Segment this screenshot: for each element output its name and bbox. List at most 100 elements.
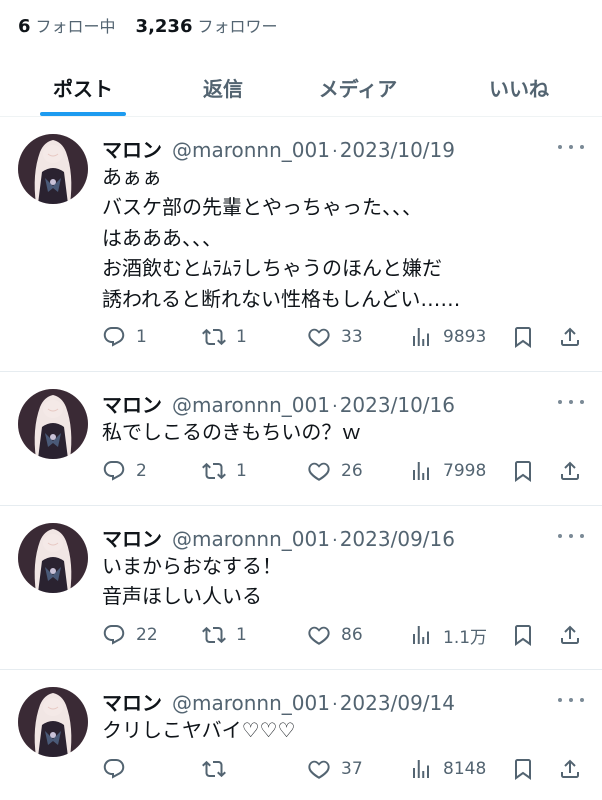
views-button[interactable]: 7998	[409, 456, 486, 486]
bookmark-button[interactable]	[511, 322, 535, 352]
post-header: マロン @maronnn_001 · 2023/10/19	[102, 134, 455, 163]
repost-count: 1	[236, 461, 247, 481]
author-handle[interactable]: @maronnn_001	[172, 527, 330, 551]
bookmark-icon	[511, 623, 535, 647]
post-date[interactable]: 2023/09/16	[340, 527, 455, 551]
bookmark-button[interactable]	[511, 620, 535, 650]
views-button[interactable]: 9893	[409, 322, 486, 352]
view-count: 1.1万	[443, 627, 488, 648]
post-header: マロン @maronnn_001 · 2023/10/16	[102, 389, 455, 418]
views-icon	[409, 623, 433, 647]
more-icon[interactable]	[558, 692, 584, 708]
views-button[interactable]: 1.1万	[409, 620, 487, 650]
reply-icon	[102, 459, 126, 483]
post-header: マロン @maronnn_001 · 2023/09/14	[102, 687, 455, 716]
post-line: はあああ、、、	[102, 225, 222, 250]
like-icon	[307, 325, 331, 349]
profile-tabs: ポスト 返信 メディア いいね	[0, 58, 602, 116]
post-line: いまからおなする！	[102, 554, 282, 578]
reply-count: 2	[136, 461, 147, 481]
followers-count[interactable]: 3,236	[136, 16, 193, 37]
following-count[interactable]: 6	[18, 16, 31, 37]
share-icon	[558, 757, 582, 781]
like-icon	[307, 459, 331, 483]
post-actions: 1 1 33 9893	[102, 322, 582, 352]
post-header: マロン @maronnn_001 · 2023/09/16	[102, 523, 455, 552]
share-button[interactable]	[558, 620, 582, 650]
followers-label[interactable]: フォロワー	[197, 13, 277, 37]
like-count: 86	[341, 625, 363, 645]
views-button[interactable]: 8148	[409, 754, 486, 784]
post-3[interactable]: マロン @maronnn_001 · 2023/09/16 いまからおなする！ …	[0, 506, 602, 669]
repost-button[interactable]	[202, 754, 236, 784]
view-count: 7998	[443, 461, 487, 481]
avatar[interactable]	[18, 389, 88, 459]
share-button[interactable]	[558, 754, 582, 784]
post-date[interactable]: 2023/10/19	[340, 138, 455, 162]
following-label[interactable]: フォロー中	[36, 13, 116, 37]
bookmark-button[interactable]	[511, 754, 535, 784]
repost-button[interactable]: 1	[202, 322, 247, 352]
tab-likes[interactable]: いいね	[436, 58, 602, 116]
post-1[interactable]: マロン @maronnn_001 · 2023/10/19 あぁぁ バスケ部の先…	[0, 117, 602, 370]
repost-button[interactable]: 1	[202, 620, 247, 650]
like-count: 33	[341, 327, 363, 347]
tab-posts[interactable]: ポスト	[0, 58, 166, 116]
bookmark-icon	[511, 325, 535, 349]
avatar[interactable]	[18, 134, 88, 204]
avatar[interactable]	[18, 523, 88, 593]
post-line: 誘われると断れない性格もしんどい……	[102, 286, 461, 311]
repost-count: 1	[236, 625, 247, 645]
author-name[interactable]: マロン	[102, 389, 162, 418]
separator: ·	[331, 530, 338, 551]
avatar[interactable]	[18, 687, 88, 757]
more-icon[interactable]	[558, 528, 584, 544]
repost-button[interactable]: 1	[202, 456, 247, 486]
separator: ·	[331, 694, 338, 715]
post-actions: 37 8148	[102, 754, 582, 784]
view-count: 9893	[443, 327, 487, 347]
reply-count: 22	[136, 625, 158, 645]
author-handle[interactable]: @maronnn_001	[172, 393, 330, 417]
like-button[interactable]: 26	[307, 456, 363, 486]
reply-icon	[102, 325, 126, 349]
reply-icon	[102, 623, 126, 647]
separator: ·	[331, 141, 338, 162]
author-name[interactable]: マロン	[102, 134, 162, 163]
repost-icon	[202, 325, 226, 349]
post-text: 私でしこるのきもちいの？ｗ	[102, 417, 582, 447]
post-line: クリしこヤバイ♡♡♡	[102, 718, 296, 742]
author-handle[interactable]: @maronnn_001	[172, 138, 330, 162]
post-2[interactable]: マロン @maronnn_001 · 2023/10/16 私でしこるのきもちい…	[0, 372, 602, 504]
post-line: あぁぁ	[102, 165, 162, 189]
reply-button[interactable]: 1	[102, 322, 147, 352]
views-icon	[409, 757, 433, 781]
like-button[interactable]: 33	[307, 322, 363, 352]
author-handle[interactable]: @maronnn_001	[172, 691, 330, 715]
post-date[interactable]: 2023/09/14	[340, 691, 455, 715]
share-button[interactable]	[558, 322, 582, 352]
share-icon	[558, 459, 582, 483]
post-date[interactable]: 2023/10/16	[340, 393, 455, 417]
post-4[interactable]: マロン @maronnn_001 · 2023/09/14 クリしこヤバイ♡♡♡…	[0, 670, 602, 800]
reply-button[interactable]: 22	[102, 620, 158, 650]
author-name[interactable]: マロン	[102, 687, 162, 716]
repost-icon	[202, 757, 226, 781]
post-text: クリしこヤバイ♡♡♡	[102, 715, 582, 745]
tab-replies[interactable]: 返信	[166, 58, 280, 116]
bookmark-icon	[511, 459, 535, 483]
like-count: 26	[341, 461, 363, 481]
like-button[interactable]: 37	[307, 754, 363, 784]
separator: ·	[331, 396, 338, 417]
author-name[interactable]: マロン	[102, 523, 162, 552]
share-button[interactable]	[558, 456, 582, 486]
reply-button[interactable]: 2	[102, 456, 147, 486]
like-button[interactable]: 86	[307, 620, 363, 650]
tab-media[interactable]: メディア	[280, 58, 436, 116]
more-icon[interactable]	[558, 139, 584, 155]
reply-button[interactable]	[102, 754, 136, 784]
bookmark-icon	[511, 757, 535, 781]
share-icon	[558, 623, 582, 647]
more-icon[interactable]	[558, 394, 584, 410]
bookmark-button[interactable]	[511, 456, 535, 486]
